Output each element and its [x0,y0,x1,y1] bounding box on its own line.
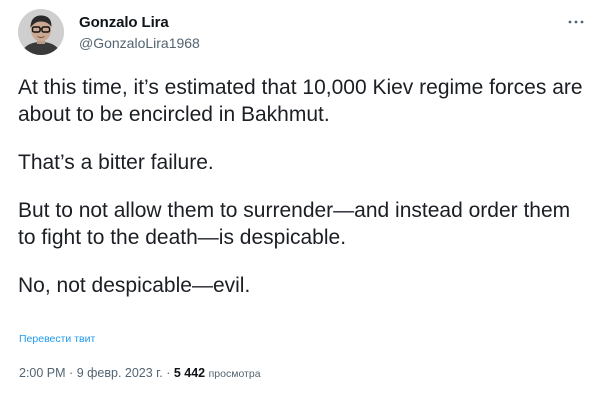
author-handle[interactable]: @GonzaloLira1968 [79,35,200,51]
tweet-metadata: 2:00 PM · 9 февр. 2023 г. · 5 442 просмо… [19,366,261,380]
tweet-paragraph: That’s a bitter failure. [18,151,214,174]
separator-dot: · [69,366,74,380]
views-count[interactable]: 5 442 [174,366,205,380]
tweet-date[interactable]: 9 февр. 2023 г. [77,366,163,380]
tweet-paragraph: At this time, it’s estimated that 10,000… [18,76,583,126]
author-avatar[interactable] [18,9,64,55]
tweet-paragraph: No, not despicable—evil. [18,274,251,297]
tweet-card: Gonzalo Lira @GonzaloLira1968 At this ti… [0,0,600,404]
views-label: просмотра [208,368,261,380]
translate-tweet-link[interactable]: Перевести твит [19,333,95,345]
tweet-body: At this time, it’s estimated that 10,000… [18,74,588,320]
tweet-paragraph: But to not allow them to surrender—and i… [18,199,571,249]
avatar-photo-icon [18,9,64,55]
tweet-time[interactable]: 2:00 PM [19,366,66,380]
author-display-name[interactable]: Gonzalo Lira [79,14,169,31]
more-options-button[interactable] [562,15,590,29]
separator-dot: · [166,366,171,380]
ellipsis-icon [568,20,584,24]
